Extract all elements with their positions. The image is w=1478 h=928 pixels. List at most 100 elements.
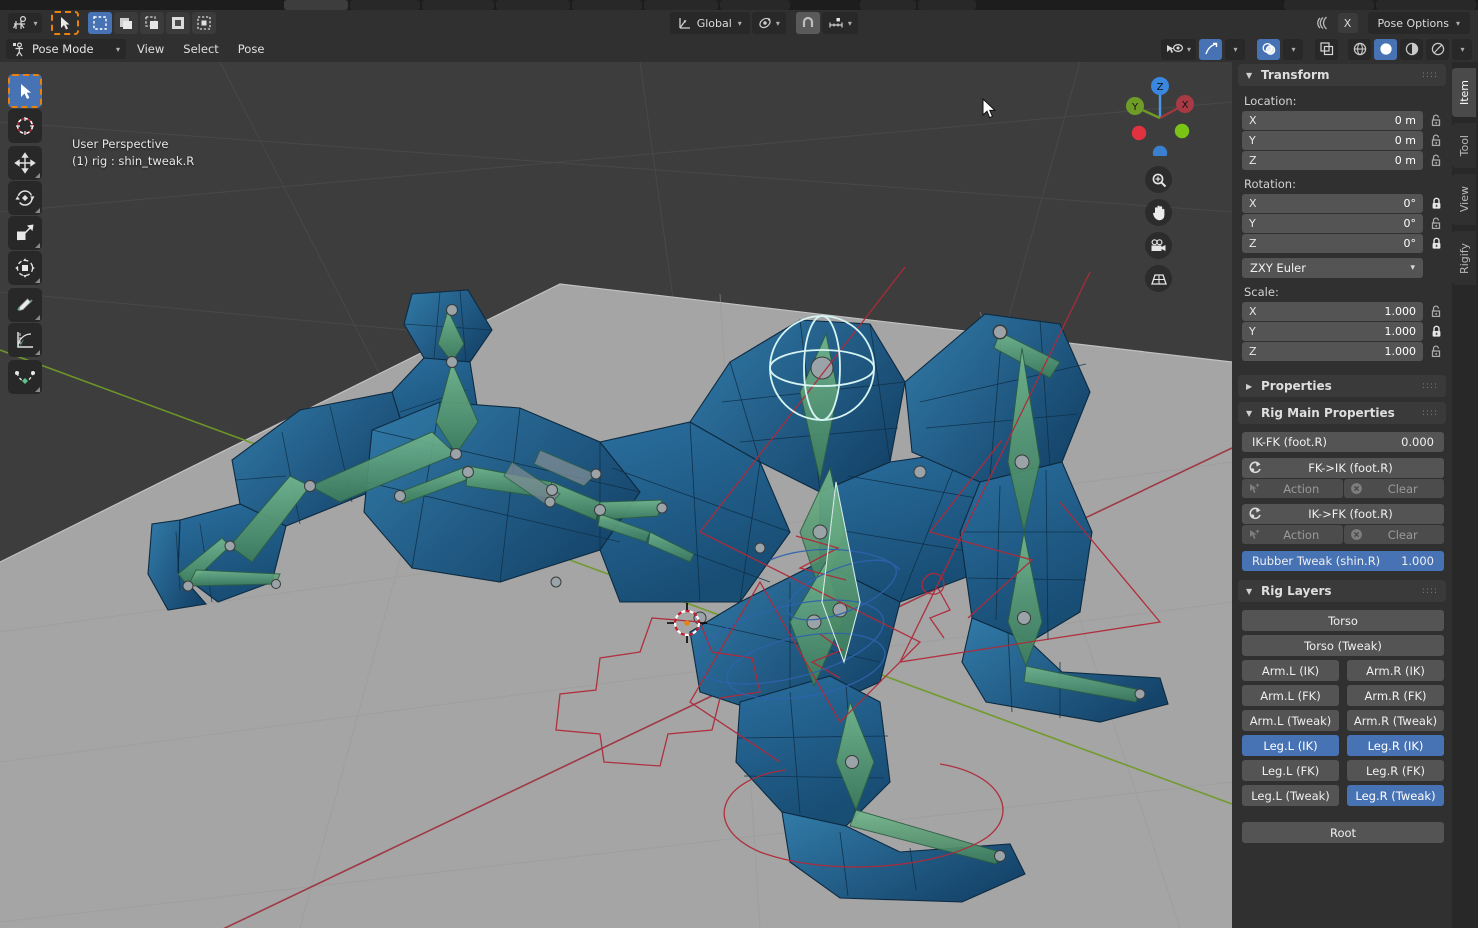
cursor-tool[interactable] [8,109,42,143]
panel-header-transform[interactable]: ▼ Transform :::: [1238,64,1446,86]
select-extend-icon[interactable] [166,12,190,34]
fk-to-ik-button[interactable]: FK->IK (foot.R) [1242,458,1444,478]
zoom-icon[interactable] [1145,166,1172,193]
rotation-mode-dropdown[interactable]: ZXY Euler ▾ [1242,258,1423,278]
tweak-tool[interactable] [8,74,42,108]
lock-open-icon[interactable] [1428,134,1444,147]
fk-to-ik-clear-button[interactable]: Clear [1343,479,1444,498]
location-y-field[interactable]: Y 0 m [1242,131,1423,150]
toggle-perspective-icon[interactable] [1145,265,1172,292]
sidebar-tab-rigify[interactable]: Rigify [1452,230,1476,286]
menubar-item[interactable] [496,0,570,10]
shading-wireframe-icon[interactable] [1348,38,1371,60]
menubar-item[interactable] [1284,0,1374,10]
visibility-icon[interactable]: ▾ [1160,38,1196,60]
location-z-field[interactable]: Z 0 m [1242,151,1423,170]
layer-torso-button[interactable]: Torso [1242,610,1444,631]
layer-arm-l-ik-button[interactable]: Arm.L (IK) [1242,660,1339,681]
menubar-item[interactable] [350,0,420,10]
overlays-dropdown[interactable]: ▾ [1283,38,1303,60]
layer-root-button[interactable]: Root [1242,822,1444,843]
menubar-item[interactable] [422,0,494,10]
layer-arm-r-fk-button[interactable]: Arm.R (FK) [1347,685,1444,706]
3d-viewport[interactable]: User Perspective (1) rig : shin_tweak.R [0,62,1232,928]
transform-tool[interactable] [8,251,42,285]
lock-closed-icon[interactable] [1428,325,1444,338]
shading-dropdown[interactable]: ▾ [1452,38,1472,60]
layer-leg-r-tweak-button[interactable]: Leg.R (Tweak) [1347,785,1444,806]
select-box-icon[interactable] [88,12,112,34]
layer-leg-r-ik-button[interactable]: Leg.R (IK) [1347,735,1444,756]
menubar-item[interactable] [860,0,916,10]
gizmo-dropdown[interactable]: ▾ [1225,38,1245,60]
scale-x-field[interactable]: X 1.000 [1242,302,1423,321]
panel-header-rig-main-properties[interactable]: ▼ Rig Main Properties :::: [1238,402,1446,424]
ik-to-fk-button[interactable]: IK->FK (foot.R) [1242,504,1444,524]
panel-header-rig-layers[interactable]: ▼ Rig Layers :::: [1238,580,1446,602]
lock-open-icon[interactable] [1428,345,1444,358]
gizmo-icon[interactable] [1199,38,1222,60]
sidebar-tab-item[interactable]: Item [1452,68,1476,118]
shading-solid-icon[interactable] [1374,38,1397,60]
select-invert-icon[interactable] [192,12,216,34]
camera-view-icon[interactable] [1145,232,1172,259]
menubar-item[interactable] [1376,0,1476,10]
lock-closed-icon[interactable] [1428,197,1444,210]
location-x-field[interactable]: X 0 m [1242,111,1423,130]
ik-fk-slider[interactable]: IK-FK (foot.R) 0.000 [1242,432,1444,452]
snap-magnet-icon[interactable] [795,12,820,34]
select-lasso-icon[interactable] [140,12,164,34]
bendy-bone-tool[interactable] [8,360,42,394]
proportional-edit-icon[interactable] [1311,12,1336,34]
layer-leg-l-ik-button[interactable]: Leg.L (IK) [1242,735,1339,756]
rubber-tweak-slider[interactable]: Rubber Tweak (shin.R) 1.000 [1242,551,1444,571]
ik-to-fk-clear-button[interactable]: Clear [1343,525,1444,544]
lock-open-icon[interactable] [1428,114,1444,127]
select-circle-icon[interactable] [114,12,138,34]
menubar-item[interactable] [918,0,976,10]
layer-arm-r-ik-button[interactable]: Arm.R (IK) [1347,660,1444,681]
sidebar-tab-view[interactable]: View [1452,174,1476,225]
layer-arm-l-fk-button[interactable]: Arm.L (FK) [1242,685,1339,706]
menu-pose[interactable]: Pose [230,39,273,59]
editor-type-icon[interactable]: ▾ [8,13,42,33]
layer-arm-l-tweak-button[interactable]: Arm.L (Tweak) [1242,710,1339,731]
navigation-gizmo[interactable]: Z X Y [1116,68,1204,156]
layer-leg-r-fk-button[interactable]: Leg.R (FK) [1347,760,1444,781]
scale-y-field[interactable]: Y 1.000 [1242,322,1423,341]
rotation-y-field[interactable]: Y 0° [1242,214,1423,233]
sidebar-tab-tool[interactable]: Tool [1452,123,1476,169]
clear-proportional-button[interactable]: X [1337,13,1358,33]
scale-tool[interactable] [8,216,42,250]
lock-closed-icon[interactable] [1428,237,1444,250]
shading-rendered-icon[interactable] [1426,38,1449,60]
lock-open-icon[interactable] [1428,305,1444,318]
rotation-x-field[interactable]: X 0° [1242,194,1423,213]
scale-z-field[interactable]: Z 1.000 [1242,342,1423,361]
lock-open-icon[interactable] [1428,154,1444,167]
layer-leg-l-tweak-button[interactable]: Leg.L (Tweak) [1242,785,1339,806]
pivot-point-dropdown[interactable]: ▾ [751,12,786,34]
menubar-item[interactable] [572,0,642,10]
ik-to-fk-action-button[interactable]: Action [1242,525,1343,544]
mode-selector[interactable]: Pose Mode ▾ [6,39,126,59]
overlays-icon[interactable] [1257,38,1280,60]
layer-arm-r-tweak-button[interactable]: Arm.R (Tweak) [1347,710,1444,731]
tweak-cursor-icon[interactable] [51,11,79,35]
measure-tool[interactable] [8,323,42,357]
rotation-z-field[interactable]: Z 0° [1242,234,1423,253]
pose-options-dropdown[interactable]: Pose Options ▾ [1367,12,1470,34]
menu-select[interactable]: Select [175,39,226,59]
shading-material-icon[interactable] [1400,38,1423,60]
layer-torso-tweak-button[interactable]: Torso (Tweak) [1242,635,1444,656]
lock-open-icon[interactable] [1428,217,1444,230]
snap-increment-dropdown[interactable]: ▾ [821,12,858,34]
layer-leg-l-fk-button[interactable]: Leg.L (FK) [1242,760,1339,781]
menubar-item[interactable] [720,0,790,10]
rotate-tool[interactable] [8,181,42,215]
pan-hand-icon[interactable] [1145,199,1172,226]
transform-orientation-dropdown[interactable]: Global ▾ [669,12,750,34]
move-tool[interactable] [8,146,42,180]
fk-to-ik-action-button[interactable]: Action [1242,479,1343,498]
menubar-item[interactable] [644,0,718,10]
